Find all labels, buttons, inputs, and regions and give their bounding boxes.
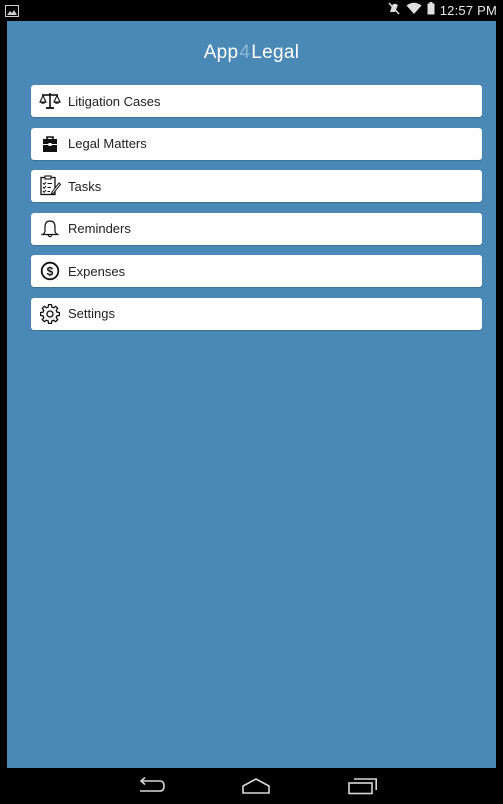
status-icons: 12:57 PM [387, 1, 497, 20]
task-checklist-icon [39, 175, 61, 197]
briefcase-icon [39, 133, 61, 155]
scales-icon [39, 90, 61, 112]
mute-icon [387, 1, 401, 20]
gear-icon [39, 303, 61, 325]
home-icon[interactable] [241, 777, 271, 795]
menu-item-litigation-cases[interactable]: Litigation Cases [31, 85, 482, 117]
status-bar: 12:57 PM [0, 0, 503, 21]
app-title: App4Legal [7, 42, 496, 64]
back-icon[interactable] [136, 776, 166, 795]
menu-item-label: Expenses [68, 263, 126, 279]
menu-item-label: Litigation Cases [68, 93, 161, 109]
app-screen: App4Legal Litigation Cases Legal Matters… [7, 21, 496, 768]
svg-text:$: $ [47, 265, 54, 279]
battery-icon [427, 1, 435, 20]
menu-item-label: Tasks [68, 178, 102, 194]
menu-item-expenses[interactable]: $ Expenses [31, 255, 482, 288]
app-title-part1: App [203, 42, 239, 63]
navigation-bar [0, 768, 503, 804]
menu-item-settings[interactable]: Settings [31, 297, 482, 330]
app-title-part2: Legal [251, 42, 300, 63]
app-title-separator: 4 [239, 42, 251, 63]
menu-item-label: Reminders [68, 221, 131, 237]
wifi-icon [406, 2, 422, 20]
bell-icon [39, 218, 61, 240]
main-menu: Litigation Cases Legal Matters Tasks Rem… [31, 85, 482, 341]
image-notification-icon [5, 4, 19, 17]
menu-item-label: Settings [68, 306, 115, 322]
menu-item-tasks[interactable]: Tasks [31, 170, 482, 203]
status-time: 12:57 PM [439, 3, 497, 18]
menu-item-reminders[interactable]: Reminders [31, 212, 482, 245]
menu-item-label: Legal Matters [68, 136, 147, 152]
menu-item-legal-matters[interactable]: Legal Matters [31, 127, 482, 160]
recents-icon[interactable] [348, 777, 378, 795]
dollar-circle-icon: $ [39, 260, 61, 282]
